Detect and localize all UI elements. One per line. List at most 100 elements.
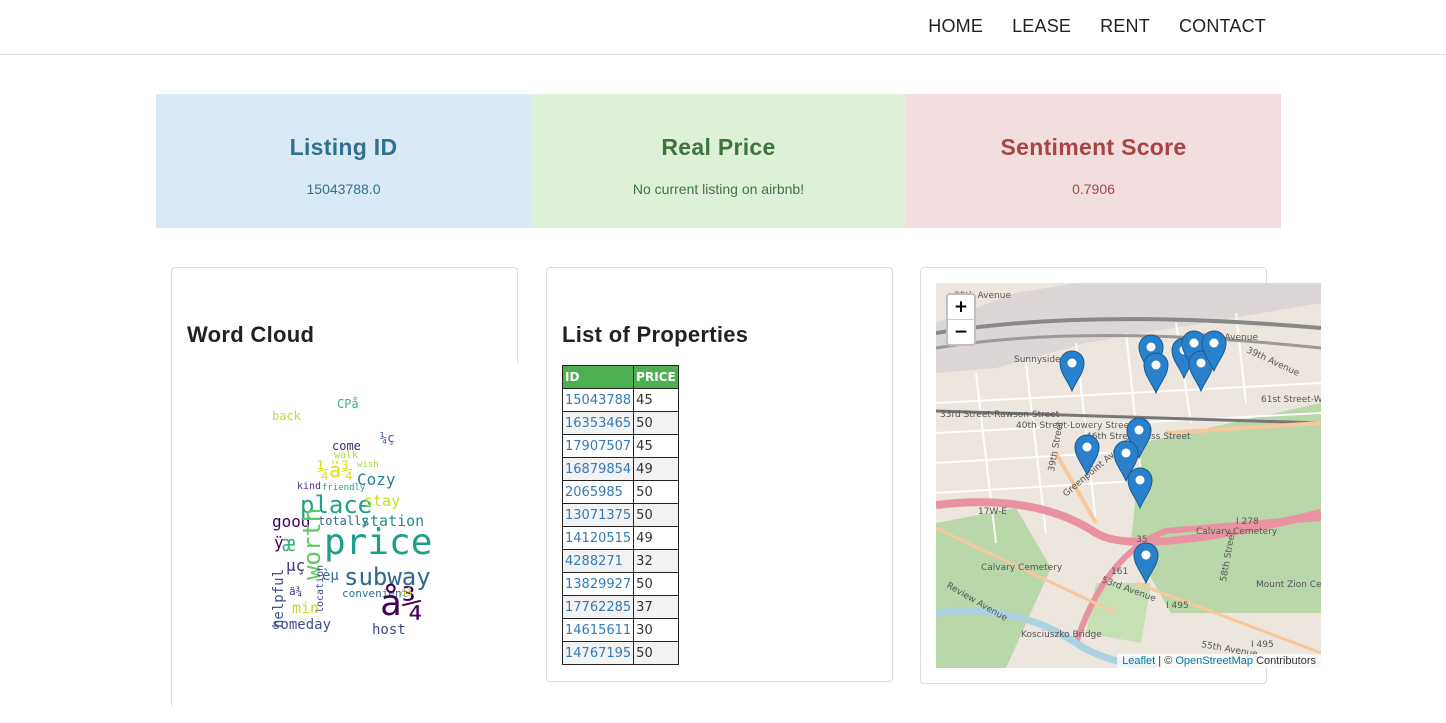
- zoom-out-button[interactable]: −: [948, 319, 974, 344]
- property-price-cell: 45: [633, 388, 679, 412]
- property-id-link[interactable]: 4288271: [565, 554, 623, 569]
- listing-id-card: Listing ID 15043788.0: [156, 94, 531, 228]
- table-row: 15043788 45: [561, 388, 679, 412]
- osm-link[interactable]: OpenStreetMap: [1175, 655, 1253, 667]
- property-id-link[interactable]: 13829927: [565, 577, 631, 592]
- map-label: 161: [1111, 567, 1128, 577]
- word-cloud-word: 6å: [400, 588, 413, 599]
- property-price-cell: 37: [633, 595, 679, 619]
- property-list-title: List of Properties: [562, 322, 749, 347]
- property-price-cell: 32: [633, 549, 679, 573]
- property-id-cell: 2065985: [561, 480, 635, 504]
- property-id-link[interactable]: 14615611: [565, 623, 631, 638]
- property-price-cell: 50: [633, 480, 679, 504]
- map-panel: + − 39th Avenue Sunnyside Yard 39th Aven…: [920, 267, 1321, 684]
- navbar: HOME LEASE RENT CONTACT: [0, 0, 1446, 55]
- map-label: Calvary Cemetery: [981, 563, 1063, 573]
- table-row: 14767195 50: [561, 641, 679, 665]
- table-row: 2065985 50: [561, 480, 679, 504]
- map-label: Mount Zion Cemetery: [1256, 580, 1321, 590]
- attribution-separator: | ©: [1155, 655, 1176, 667]
- property-price-cell: 49: [633, 457, 679, 481]
- property-id-cell: 13071375: [561, 503, 635, 527]
- word-cloud-word: host: [372, 622, 406, 638]
- map-label: I 278: [1236, 517, 1259, 527]
- real-price-value: No current listing on airbnb!: [632, 181, 805, 197]
- nav-rent-link[interactable]: RENT: [1100, 16, 1150, 37]
- property-id-link[interactable]: 16353465: [565, 416, 631, 431]
- table-row: 16879854 49: [561, 457, 679, 481]
- stats-banner: Listing ID 15043788.0 Real Price No curr…: [156, 94, 1281, 228]
- word-cloud-word: èµ: [322, 568, 339, 584]
- property-price-cell: 50: [633, 572, 679, 596]
- property-id-cell: 4288271: [561, 549, 635, 573]
- nav-contact-link[interactable]: CONTACT: [1179, 16, 1266, 37]
- map-label: I 495: [1166, 601, 1189, 611]
- map-label: 61st Street-Wo: [1261, 395, 1321, 405]
- nav-home-link[interactable]: HOME: [928, 16, 983, 37]
- map-label: 39th Avenue: [1245, 346, 1301, 379]
- attribution-suffix: Contributors: [1253, 655, 1316, 667]
- table-row: 14615611 30: [561, 618, 679, 642]
- property-id-link[interactable]: 14120515: [565, 531, 631, 546]
- map-label: 17W-E: [978, 507, 1007, 517]
- table-header-row: ID PRICE: [561, 365, 679, 389]
- leaflet-link[interactable]: Leaflet: [1122, 655, 1155, 667]
- property-id-cell: 17907507: [561, 434, 635, 458]
- word-cloud-word: µç: [286, 556, 306, 575]
- property-id-cell: 15043788: [561, 388, 635, 412]
- property-id-link[interactable]: 15043788: [565, 393, 631, 408]
- column-header-price: PRICE: [633, 365, 679, 389]
- listing-id-title: Listing ID: [289, 134, 398, 160]
- word-cloud-word: Cozy: [357, 470, 396, 489]
- word-cloud-word: æ: [282, 532, 296, 557]
- map-label: Kosciuszko Bridge: [1021, 630, 1102, 640]
- word-cloud-word: ¼ä¾: [317, 458, 354, 482]
- map-label: 40th Street-Lowery Street: [1016, 421, 1133, 431]
- word-cloud-word: back: [272, 409, 301, 423]
- property-id-cell: 14767195: [561, 641, 635, 665]
- real-price-card: Real Price No current listing on airbnb!: [531, 94, 906, 228]
- table-row: 17907507 45: [561, 434, 679, 458]
- table-row: 14120515 49: [561, 526, 679, 550]
- property-id-cell: 14615611: [561, 618, 635, 642]
- property-price-cell: 49: [633, 526, 679, 550]
- property-table: ID PRICE 15043788 45 16353465 50 17907507 45 1…: [561, 365, 679, 665]
- word-cloud-word: min: [292, 599, 320, 617]
- zoom-in-button[interactable]: +: [948, 295, 974, 319]
- word-cloud-panel: Word Cloud CPå back ¼ç come walk wish ¼ä¾ kind f…: [171, 267, 519, 723]
- real-price-title: Real Price: [661, 134, 776, 160]
- property-id-link[interactable]: 16879854: [565, 462, 631, 477]
- table-row: 16353465 50: [561, 411, 679, 435]
- property-id-link[interactable]: 2065985: [565, 485, 623, 500]
- property-price-cell: 50: [633, 641, 679, 665]
- map-view[interactable]: + − 39th Avenue Sunnyside Yard 39th Aven…: [936, 283, 1321, 668]
- property-id-cell: 14120515: [561, 526, 635, 550]
- table-row: 17762285 37: [561, 595, 679, 619]
- map-label: 33rd Street-Rawson Street: [940, 410, 1060, 420]
- word-cloud-word: stay: [364, 492, 401, 510]
- listing-id-value: 15043788.0: [306, 181, 381, 197]
- property-id-cell: 16353465: [561, 411, 635, 435]
- nav-lease-link[interactable]: LEASE: [1012, 16, 1071, 37]
- word-cloud-word: ¼ç: [380, 431, 395, 445]
- word-cloud-word: wish: [357, 460, 379, 470]
- column-header-id: ID: [561, 365, 635, 389]
- word-cloud-title: Word Cloud: [187, 322, 315, 347]
- property-price-cell: 45: [633, 434, 679, 458]
- property-id-link[interactable]: 14767195: [565, 646, 631, 661]
- sentiment-score-card: Sentiment Score 0.7906: [906, 94, 1281, 228]
- map-attribution: Leaflet | © OpenStreetMap Contributors: [1117, 654, 1321, 668]
- zoom-controls: + −: [946, 293, 976, 346]
- property-id-link[interactable]: 17907507: [565, 439, 631, 454]
- word-cloud-word: price: [324, 522, 433, 563]
- property-price-cell: 50: [633, 411, 679, 435]
- property-id-cell: 13829927: [561, 572, 635, 596]
- property-id-link[interactable]: 17762285: [565, 600, 631, 615]
- table-row: 13829927 50: [561, 572, 679, 596]
- sentiment-score-value: 0.7906: [1072, 181, 1115, 197]
- map-pin-icon[interactable]: [1143, 352, 1169, 395]
- word-cloud-word: CPå: [337, 397, 359, 411]
- property-id-link[interactable]: 13071375: [565, 508, 631, 523]
- property-list-panel: List of Properties ID PRICE 15043788 45 16…: [546, 267, 893, 682]
